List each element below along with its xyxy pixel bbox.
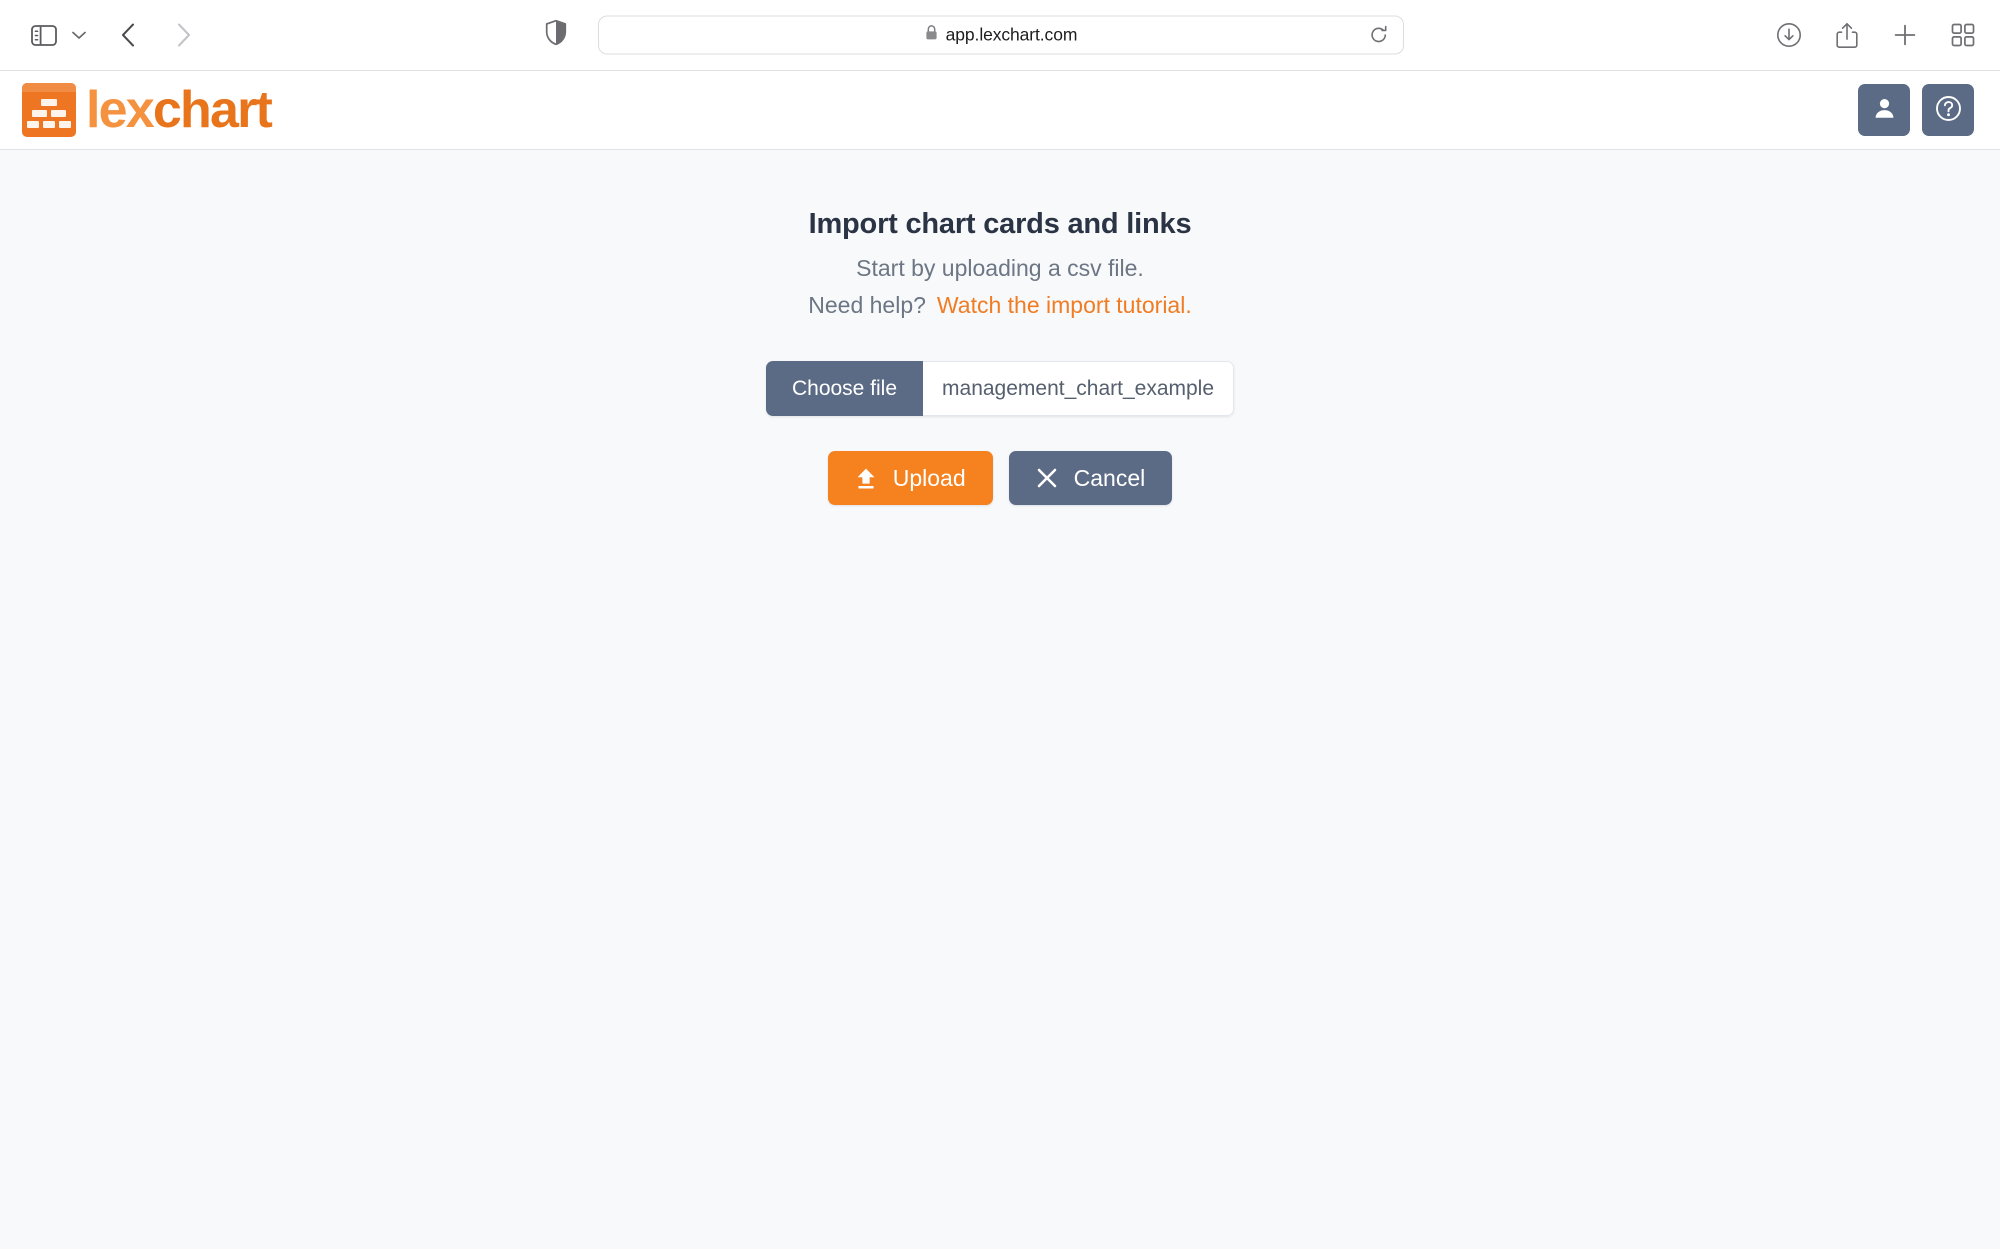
forward-button[interactable] [162, 13, 206, 57]
brand-logo[interactable]: lex chart [22, 81, 273, 139]
account-button[interactable] [1858, 84, 1910, 136]
address-bar-content: app.lexchart.com [925, 24, 1078, 46]
sidebar-toggle-icon[interactable] [22, 13, 66, 57]
share-icon[interactable] [1832, 20, 1862, 50]
chevron-down-icon[interactable] [66, 13, 92, 57]
selected-file-name: management_chart_example [923, 361, 1235, 416]
watch-tutorial-link[interactable]: Watch the import tutorial. [937, 292, 1192, 319]
cancel-button-label: Cancel [1073, 464, 1146, 491]
help-row: Need help? Watch the import tutorial. [808, 292, 1191, 319]
tab-overview-icon[interactable] [1948, 20, 1978, 50]
help-button[interactable] [1922, 84, 1974, 136]
upload-button[interactable]: Upload [827, 451, 993, 505]
header-actions [1858, 84, 1974, 136]
browser-toolbar-right [1774, 20, 1978, 50]
page-body: Import chart cards and links Start by up… [0, 150, 2000, 1249]
browser-toolbar: app.lexchart.com [0, 0, 2000, 71]
page-title: Import chart cards and links [808, 208, 1192, 240]
browser-toolbar-left [22, 13, 206, 57]
upload-button-label: Upload [892, 464, 966, 491]
url-text: app.lexchart.com [945, 24, 1078, 45]
import-subtitle: Start by uploading a csv file. [856, 255, 1144, 281]
user-icon [1872, 96, 1897, 124]
upload-arrow-icon [855, 467, 877, 490]
brand-wordmark: lex chart [86, 81, 273, 139]
import-panel: Import chart cards and links Start by up… [0, 208, 2000, 505]
navigation-arrows [106, 13, 206, 57]
choose-file-button[interactable]: Choose file [765, 361, 924, 416]
lock-icon [925, 25, 938, 46]
sidebar-toggle-glyph [31, 24, 57, 46]
org-chart-logo-icon [22, 83, 76, 137]
cancel-button[interactable]: Cancel [1008, 451, 1173, 505]
download-icon[interactable] [1774, 20, 1804, 50]
file-picker[interactable]: Choose file management_chart_example [765, 361, 1235, 416]
brand-wordmark-chart: chart [152, 81, 273, 139]
privacy-shield-icon[interactable] [545, 19, 567, 51]
reload-icon[interactable] [1367, 23, 1391, 47]
help-prompt-text: Need help? [808, 292, 926, 318]
help-circle-icon [1935, 95, 1962, 125]
brand-wordmark-lex: lex [86, 81, 155, 139]
close-x-icon [1036, 467, 1058, 489]
back-button[interactable] [106, 13, 150, 57]
new-tab-plus-icon[interactable] [1890, 20, 1920, 50]
address-bar[interactable]: app.lexchart.com [598, 15, 1404, 55]
app-header: lex chart [0, 71, 2000, 150]
action-row: Upload Cancel [827, 451, 1173, 505]
